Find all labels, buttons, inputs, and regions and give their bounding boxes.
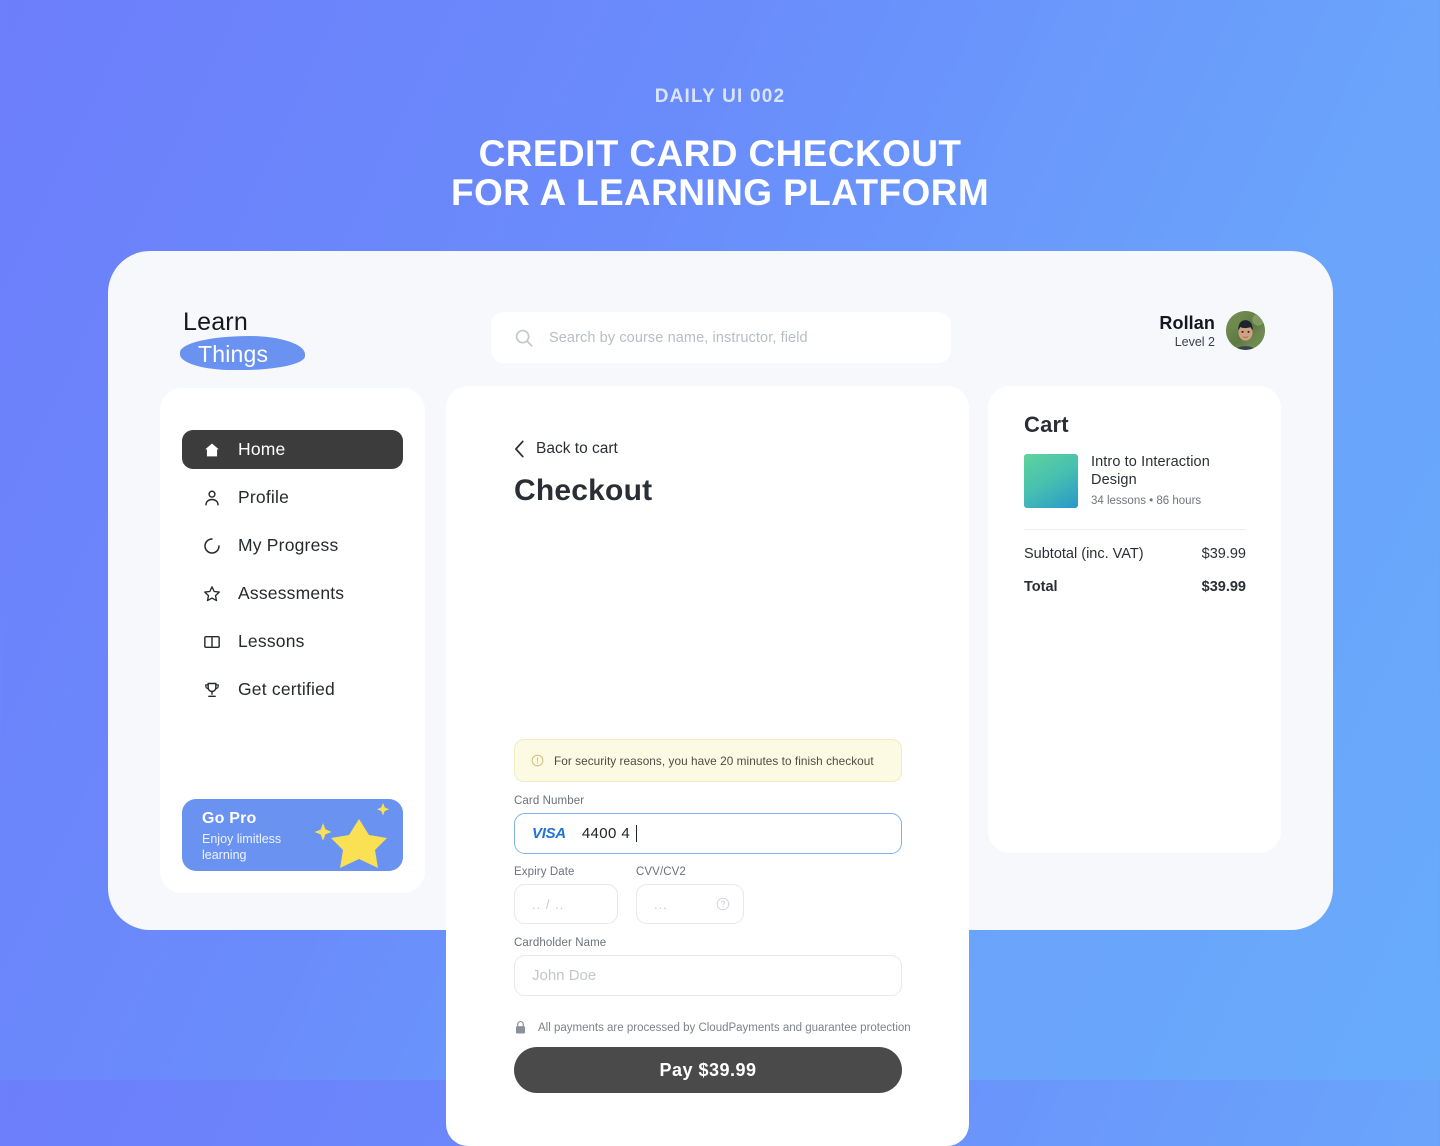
avatar[interactable] xyxy=(1226,311,1265,350)
go-pro-promo-card[interactable]: Go Pro Enjoy limitless learning xyxy=(182,799,403,871)
cardholder-placeholder: John Doe xyxy=(532,967,597,984)
checkout-panel: Back to cart Checkout For security reaso… xyxy=(446,386,969,1146)
page-title-line1: CREDIT CARD CHECKOUT xyxy=(478,133,962,174)
card-number-label: Card Number xyxy=(514,795,585,807)
trophy-icon xyxy=(205,682,219,697)
sidebar-item-assessments[interactable]: Assessments xyxy=(182,574,403,613)
logo-text-things: Things xyxy=(198,341,269,367)
home-icon xyxy=(205,443,219,456)
go-pro-title: Go Pro xyxy=(202,810,257,827)
help-circle-icon[interactable] xyxy=(716,897,730,911)
course-details: Intro to Interaction Design 34 lessons •… xyxy=(1091,454,1246,508)
book-icon xyxy=(204,635,220,648)
course-name: Intro to Interaction Design xyxy=(1091,454,1210,488)
sidebar-panel: Home Profile My Progress Assessments Les… xyxy=(160,388,425,893)
lock-icon xyxy=(515,1021,526,1034)
expiry-input[interactable]: .. / .. xyxy=(514,884,618,924)
cvv-label: CVV/CV2 xyxy=(636,866,686,878)
back-to-cart-label: Back to cart xyxy=(536,440,618,457)
cart-divider xyxy=(1024,529,1246,530)
page-title: CREDIT CARD CHECKOUT FOR A LEARNING PLAT… xyxy=(0,133,1440,214)
cardholder-label: Cardholder Name xyxy=(514,937,607,949)
eyebrow-label: DAILY UI 002 xyxy=(654,86,786,107)
sidebar-item-my-progress[interactable]: My Progress xyxy=(182,526,403,565)
sidebar-item-lessons[interactable]: Lessons xyxy=(182,622,403,661)
checkout-title: Checkout xyxy=(514,474,653,507)
progress-icon xyxy=(204,537,220,554)
expiry-label: Expiry Date xyxy=(514,866,575,878)
sidebar-item-label: Profile xyxy=(238,487,290,507)
app-logo[interactable]: Learn Things xyxy=(180,308,320,370)
sidebar-item-label: My Progress xyxy=(238,535,339,555)
avatar-image xyxy=(1226,311,1265,350)
total-label: Total xyxy=(1024,579,1058,595)
subtotal-value: $39.99 xyxy=(1201,546,1246,562)
sidebar-nav: Home Profile My Progress Assessments Les… xyxy=(182,430,403,718)
pay-button[interactable]: Pay $39.99 xyxy=(514,1047,902,1093)
app-topbar: Learn Things Search by course name, inst… xyxy=(108,251,1333,387)
search-placeholder: Search by course name, instructor, field xyxy=(549,329,808,346)
visa-logo-icon: VISA xyxy=(532,825,566,842)
cart-item[interactable]: Intro to Interaction Design 34 lessons •… xyxy=(1024,454,1246,508)
sidebar-item-profile[interactable]: Profile xyxy=(182,478,403,517)
cvv-input[interactable]: ... xyxy=(636,884,744,924)
star-icon xyxy=(204,585,220,601)
security-notice-banner: For security reasons, you have 20 minute… xyxy=(514,739,902,782)
sidebar-item-label: Home xyxy=(238,439,286,459)
cvv-field-group: CVV/CV2 ... xyxy=(636,866,744,924)
card-number-value: 4400 4 xyxy=(582,825,638,842)
logo-text-learn: Learn xyxy=(183,308,248,336)
cvv-placeholder: ... xyxy=(654,896,668,912)
user-level: Level 2 xyxy=(1174,334,1215,349)
sparkle-stars-icon xyxy=(314,803,389,868)
course-thumbnail xyxy=(1024,454,1078,508)
text-caret xyxy=(636,825,638,842)
total-value: $39.99 xyxy=(1201,579,1246,595)
cart-subtotal-row: Subtotal (inc. VAT) $39.99 xyxy=(1024,546,1246,562)
secure-payment-text: All payments are processed by CloudPayme… xyxy=(538,1021,911,1034)
sidebar-item-label: Lessons xyxy=(238,631,305,651)
sidebar-item-get-certified[interactable]: Get certified xyxy=(182,670,403,709)
cardholder-field-group: Cardholder Name John Doe xyxy=(514,937,902,996)
person-icon xyxy=(205,490,219,506)
app-window: Learn Things Search by course name, inst… xyxy=(108,251,1333,1146)
user-name: Rollan xyxy=(1159,312,1215,333)
back-to-cart-link[interactable]: Back to cart xyxy=(514,440,618,458)
cart-total-row: Total $39.99 xyxy=(1024,579,1246,595)
expiry-field-group: Expiry Date .. / .. xyxy=(514,866,618,924)
course-meta: 34 lessons • 86 hours xyxy=(1091,495,1202,508)
sidebar-item-label: Get certified xyxy=(238,679,335,699)
user-menu[interactable]: Rollan Level 2 xyxy=(1159,311,1265,350)
subtotal-label: Subtotal (inc. VAT) xyxy=(1024,546,1144,562)
chevron-left-icon xyxy=(515,440,524,458)
expiry-placeholder: .. / .. xyxy=(532,896,565,912)
search-input[interactable]: Search by course name, instructor, field xyxy=(491,312,951,363)
page-title-line2: FOR A LEARNING PLATFORM xyxy=(450,172,990,214)
sidebar-item-home[interactable]: Home xyxy=(182,430,403,469)
search-icon xyxy=(515,329,533,347)
go-pro-subtitle: Enjoy limitless learning xyxy=(202,832,282,862)
security-notice-text: For security reasons, you have 20 minute… xyxy=(554,753,874,768)
info-icon xyxy=(531,754,544,767)
card-number-field-group: Card Number VISA 4400 4 xyxy=(514,795,902,854)
cardholder-name-input[interactable]: John Doe xyxy=(514,955,902,996)
user-info: Rollan Level 2 xyxy=(1159,313,1215,349)
cart-title: Cart xyxy=(1024,412,1069,437)
sidebar-item-label: Assessments xyxy=(238,583,345,603)
card-number-input[interactable]: VISA 4400 4 xyxy=(514,813,902,854)
cart-panel: Cart Intro to Interaction Design 34 less… xyxy=(988,386,1281,853)
secure-payment-note: All payments are processed by CloudPayme… xyxy=(514,1020,911,1035)
page-header: DAILY UI 002 CREDIT CARD CHECKOUT FOR A … xyxy=(0,0,1440,212)
